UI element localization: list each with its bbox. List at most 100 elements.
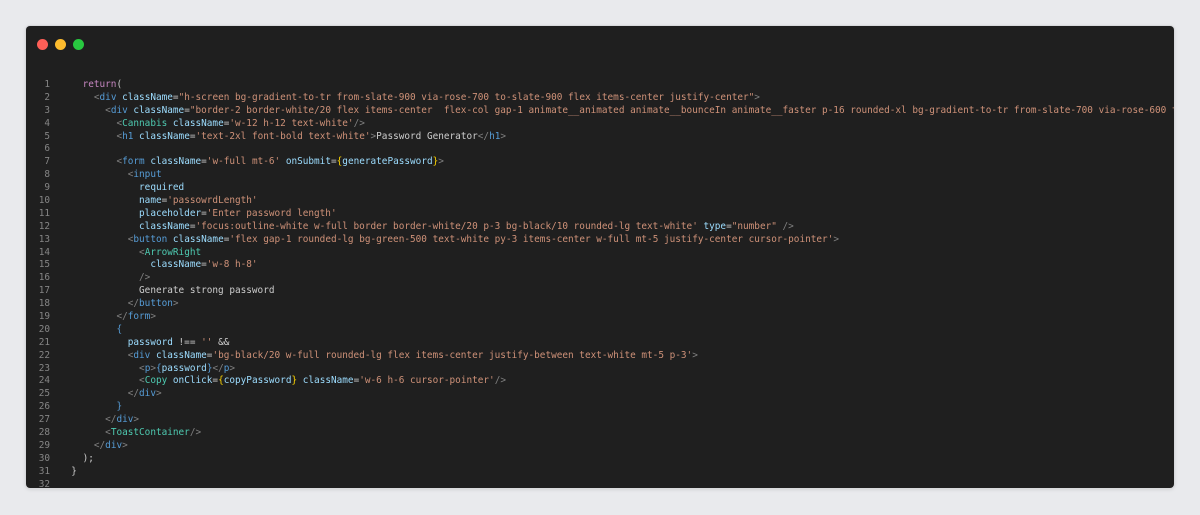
code-line: 17 Generate strong password xyxy=(26,285,1174,298)
code-text: <div className="border-2 border-white/20… xyxy=(60,105,1174,118)
code-line: 10 name='passowrdLength' xyxy=(26,195,1174,208)
code-line: 26 } xyxy=(26,401,1174,414)
code-token: className xyxy=(127,104,185,116)
code-token: { xyxy=(116,323,123,335)
code-token: "border-2 border-white/20 flex items-cen… xyxy=(189,104,1174,116)
line-number: 27 xyxy=(38,414,50,426)
code-line: 16 /> xyxy=(26,272,1174,285)
line-number: 21 xyxy=(38,336,50,348)
code-text: <input xyxy=(60,169,162,182)
code-token: > xyxy=(133,414,140,426)
code-token: > xyxy=(155,388,162,400)
line-number: 10 xyxy=(38,195,50,207)
code-token: 'text-2xl font-bold text-white' xyxy=(195,130,371,142)
code-token: type xyxy=(697,220,727,232)
close-window-button[interactable] xyxy=(37,39,48,50)
code-token: 'w-6 h-6 cursor-pointer' xyxy=(359,375,495,387)
code-token: 'focus:outline-white w-full border borde… xyxy=(195,220,698,232)
code-text: </div> xyxy=(60,440,128,453)
line-number: 25 xyxy=(38,388,50,400)
code-token: 'w-full mt-6' xyxy=(206,156,281,168)
code-token: 'w-8 h-8' xyxy=(206,259,258,271)
code-line: 3 <div className="border-2 border-white/… xyxy=(26,105,1174,118)
code-text: <div className='bg-black/20 w-full round… xyxy=(60,350,698,363)
code-text: } xyxy=(60,401,122,414)
code-token: className xyxy=(297,375,354,387)
code-text: className='w-8 h-8' xyxy=(60,259,258,272)
line-number: 12 xyxy=(38,220,50,232)
code-token: "number" xyxy=(731,220,777,232)
code-text: name='passowrdLength' xyxy=(60,195,258,208)
code-token: name xyxy=(139,195,162,207)
code-line: 20 { xyxy=(26,324,1174,337)
code-text: <p>{password}</p> xyxy=(60,363,235,376)
code-line: 15 className='w-8 h-8' xyxy=(26,259,1174,272)
code-token: onSubmit xyxy=(280,156,331,168)
code-line: 14 <ArrowRight xyxy=(26,247,1174,260)
code-text: </div> xyxy=(60,414,139,427)
code-text: </form> xyxy=(60,311,156,324)
zoom-window-button[interactable] xyxy=(73,39,84,50)
code-line: 22 <div className='bg-black/20 w-full ro… xyxy=(26,350,1174,363)
code-line: 11 placeholder='Enter password length' xyxy=(26,208,1174,221)
code-token: </ xyxy=(127,298,140,310)
code-token: h1 xyxy=(122,130,134,142)
code-line: 5 <h1 className='text-2xl font-bold text… xyxy=(26,131,1174,144)
code-token: </ xyxy=(105,414,117,426)
code-token: className xyxy=(167,233,224,245)
code-token: > xyxy=(754,91,760,103)
line-number: 4 xyxy=(44,117,50,129)
code-token: className xyxy=(144,156,202,168)
code-token: copyPassword xyxy=(223,375,292,387)
code-text: return( xyxy=(60,79,123,92)
code-token: > xyxy=(229,362,236,374)
code-text: className='focus:outline-white w-full bo… xyxy=(60,221,794,234)
code-text: password !== '' && xyxy=(60,337,230,350)
code-text: <ToastContainer/> xyxy=(60,427,201,440)
line-number: 6 xyxy=(44,143,50,155)
code-text: ); xyxy=(60,453,94,466)
code-token: form xyxy=(127,311,151,323)
line-number: 5 xyxy=(44,130,50,142)
code-token: /> xyxy=(139,272,151,284)
code-token: </ xyxy=(212,362,224,374)
code-token: ); xyxy=(82,452,94,464)
code-token: Generate strong password xyxy=(139,285,275,297)
code-line: 29 </div> xyxy=(26,440,1174,453)
code-line: 21 password !== '' && xyxy=(26,337,1174,350)
code-text: required xyxy=(60,182,184,195)
code-token: div xyxy=(99,91,117,103)
code-line: 18 </button> xyxy=(26,298,1174,311)
line-number: 29 xyxy=(38,439,50,451)
code-token: div xyxy=(133,349,151,361)
line-number: 11 xyxy=(38,207,50,219)
code-token: > xyxy=(150,311,156,323)
code-text: { xyxy=(60,324,122,337)
code-token: div xyxy=(110,104,128,116)
minimize-window-button[interactable] xyxy=(55,39,66,50)
code-token: /> xyxy=(353,117,365,129)
code-token: Password Generator xyxy=(376,130,478,142)
code-text: <button className='flex gap-1 rounded-lg… xyxy=(60,234,839,247)
code-line: 9 required xyxy=(26,182,1174,195)
code-token: return xyxy=(82,79,117,90)
code-token: /> xyxy=(189,427,202,439)
code-line: 4 <Cannabis className='w-12 h-12 text-wh… xyxy=(26,118,1174,131)
code-token: ( xyxy=(116,79,123,90)
